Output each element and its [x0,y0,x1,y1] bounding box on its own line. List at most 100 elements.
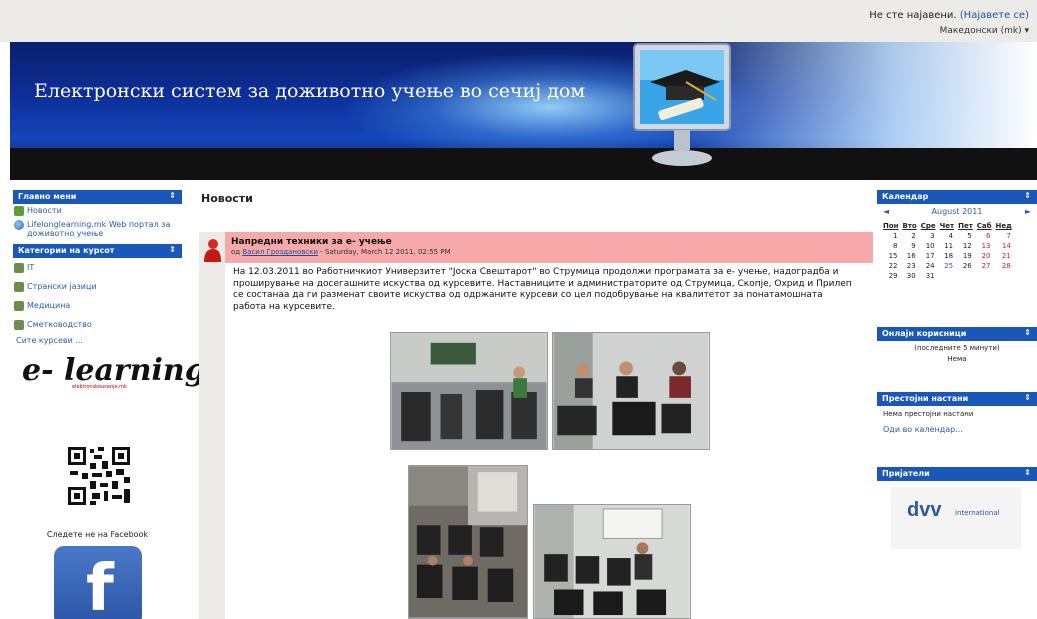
calendar-day[interactable]: 25 [938,261,956,271]
online-users-none: Нема [947,355,967,363]
weekday-label: Вто [902,222,917,230]
calendar-day[interactable]: 10 [919,241,938,251]
course-icon [14,320,24,330]
collapse-icon[interactable]: ⇕ [169,245,176,254]
calendar-day [956,271,975,281]
category-medicine[interactable]: Медицина [10,299,185,313]
calendar-day[interactable]: 17 [919,251,938,261]
calendar-day[interactable]: 15 [881,251,901,261]
category-languages[interactable]: Странски јазици [10,280,185,294]
calendar-day [938,271,956,281]
calendar-day[interactable]: 24 [919,261,938,271]
calendar-day[interactable]: 18 [938,251,956,261]
weekday-label: Чет [939,222,955,230]
post-photo-4[interactable] [533,504,691,619]
calendar-header[interactable]: Календар ⇕ [877,190,1037,204]
weekday-label: Нед [995,222,1012,230]
calendar-day[interactable]: 19 [956,251,975,261]
elearning-logo[interactable]: e- learning [10,349,206,388]
calendar-day[interactable]: 26 [956,261,975,271]
calendar-day[interactable]: 27 [975,261,994,271]
calendar-day[interactable]: 13 [975,241,994,251]
prev-month-icon[interactable]: ◄ [883,207,889,216]
calendar-nav: ◄ August 2011 ► [877,204,1037,219]
calendar-day[interactable]: 21 [994,251,1014,261]
calendar-day[interactable]: 28 [994,261,1014,271]
calendar-day[interactable]: 8 [881,241,901,251]
calendar-day[interactable]: 31 [919,271,938,281]
online-users-sub: (последните 5 минути) [914,344,1000,352]
calendar-day[interactable]: 5 [956,231,975,241]
login-link[interactable]: (Најавете се) [960,10,1029,21]
post-body: На 12.03.2011 во Работничкиот Универзите… [233,267,852,312]
calendar-day[interactable]: 16 [901,251,919,261]
collapse-icon[interactable]: ⇕ [1024,191,1031,200]
facebook-follow-text: Следете не на Facebook [46,530,149,539]
collapse-icon[interactable]: ⇕ [1024,468,1031,477]
post-header: Напредни техники за е- учење од Васил Гр… [225,232,873,263]
menu-item-portal[interactable]: Lifelonglearning.mk Web портал за доживо… [10,218,185,240]
calendar-day[interactable]: 9 [901,241,919,251]
all-courses-link[interactable]: Сите курсеви ... [10,332,185,349]
calendar-day[interactable]: 29 [881,271,901,281]
facebook-icon[interactable]: f [54,546,142,619]
goto-calendar-link[interactable]: Оди во календар... [877,422,1037,437]
friends-header[interactable]: Пријатели ⇕ [877,467,1037,481]
upcoming-events-none: Нема престојни настани [883,410,974,418]
post-date: - Saturday, March 12 2011, 02:55 PM [320,248,451,256]
main-menu-header[interactable]: Главно мени ⇕ [13,190,182,204]
calendar-day [994,271,1014,281]
collapse-icon[interactable]: ⇕ [1024,328,1031,337]
category-it[interactable]: IT [10,261,185,275]
globe-icon [14,220,24,230]
category-accounting[interactable]: Сметководство [10,318,185,332]
calendar-day[interactable]: 7 [994,231,1014,241]
calendar-month[interactable]: August 2011 [932,207,983,216]
calendar-day[interactable]: 23 [901,261,919,271]
calendar-day[interactable]: 14 [994,241,1014,251]
next-month-icon[interactable]: ► [1025,207,1031,216]
language-label: Македонски (mk) [939,26,1022,36]
dvv-international-logo[interactable]: dvv international [891,487,1021,549]
post-photo-2[interactable] [552,332,710,450]
course-icon [14,263,24,273]
page-title: Новости [201,192,253,205]
post-author-link[interactable]: Васил Гроздановски [242,248,318,256]
course-icon [14,282,24,292]
online-users-header[interactable]: Онлајн корисници ⇕ [877,327,1037,341]
calendar-day[interactable]: 1 [881,231,901,241]
news-post: Напредни техники за е- учење од Васил Гр… [199,232,873,619]
left-sidebar: Главно мени ⇕ Новости Lifelonglearning.m… [10,190,206,619]
post-photo-1[interactable] [390,332,548,450]
menu-item-news[interactable]: Новости [10,204,185,218]
user-avatar-icon [204,239,221,262]
calendar-day[interactable]: 30 [901,271,919,281]
calendar-day [975,271,994,281]
categories-header[interactable]: Категории на курсот ⇕ [13,244,182,258]
calendar-day[interactable]: 11 [938,241,956,251]
login-info: Не сте најавени. (Најавете се) [869,10,1029,21]
collapse-icon[interactable]: ⇕ [1024,393,1031,402]
calendar-day[interactable]: 6 [975,231,994,241]
chevron-down-icon: ▾ [1024,26,1029,36]
language-select[interactable]: Македонски (mk) ▾ [940,26,1029,36]
calendar-day[interactable]: 4 [938,231,956,241]
banner-title: Електронски систем за доживотно учење во… [34,80,586,102]
collapse-icon[interactable]: ⇕ [169,191,176,200]
login-status: Не сте најавени. [869,10,957,21]
weekday-label: Саб [976,222,992,230]
post-photo-3[interactable] [408,465,528,619]
top-bar: Не сте најавени. (Најавете се) Македонск… [0,0,1037,42]
weekday-label: Пон [883,222,899,230]
calendar-day[interactable]: 20 [975,251,994,261]
main-content: Новости Напредни техники за е- учење од … [195,190,873,619]
post-subject: Напредни техники за е- учење [231,237,392,247]
calendar-day[interactable]: 3 [919,231,938,241]
calendar-day[interactable]: 2 [901,231,919,241]
calendar-day[interactable]: 22 [881,261,901,271]
calendar-day[interactable]: 12 [956,241,975,251]
weekday-label: Пет [958,222,973,230]
news-icon [14,206,24,216]
upcoming-events-header[interactable]: Престојни настани ⇕ [877,392,1037,406]
post-meta: од Васил Гроздановски - Saturday, March … [231,248,451,256]
